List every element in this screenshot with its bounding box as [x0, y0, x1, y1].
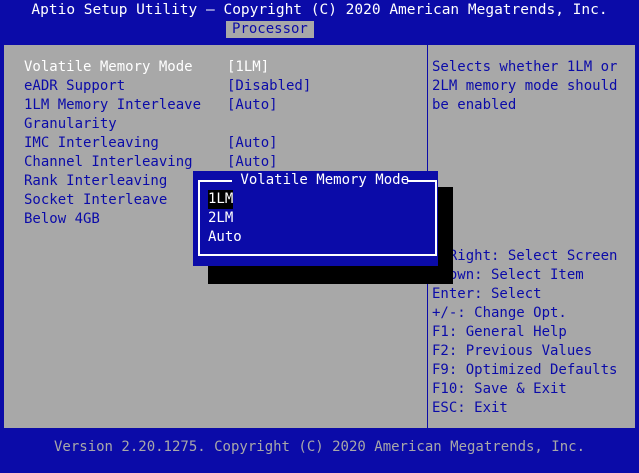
setting-value-eadr-support[interactable]: [Disabled]: [227, 77, 311, 96]
setting-value-imc-interleaving[interactable]: [Auto]: [227, 134, 278, 153]
popup-option-auto[interactable]: Auto: [208, 228, 242, 247]
key-legend-item: +/-: Change Opt.: [432, 305, 567, 321]
setting-label-granularity: Granularity: [24, 116, 117, 132]
popup-title: Volatile Memory Mode: [232, 172, 418, 188]
setting-label-channel-interleaving[interactable]: Channel Interleaving: [24, 153, 193, 172]
key-legend-item: ESC: Exit: [432, 400, 508, 416]
key-legend-item: Down: Select Item: [432, 267, 584, 283]
key-legend-item: F1: General Help: [432, 324, 567, 340]
setting-value-1lm-memory-interleave[interactable]: [Auto]: [227, 96, 278, 115]
setting-label-1lm-memory-interleave[interactable]: 1LM Memory Interleave: [24, 96, 201, 115]
setting-label-socket-interleave[interactable]: Socket Interleave: [24, 191, 167, 210]
setting-label-rank-interleaving[interactable]: Rank Interleaving: [24, 172, 167, 191]
version-footer: Version 2.20.1275. Copyright (C) 2020 Am…: [53, 439, 585, 455]
tab-processor[interactable]: Processor: [226, 21, 314, 38]
popup-option-1lm[interactable]: 1LM: [208, 190, 234, 209]
key-legend-item: F2: Previous Values: [432, 343, 593, 359]
setting-label-eadr-support[interactable]: eADR Support: [24, 77, 125, 96]
setting-label-volatile-memory-mode[interactable]: Volatile Memory Mode: [24, 58, 193, 77]
setting-label-imc-interleaving[interactable]: IMC Interleaving: [24, 134, 159, 153]
help-line: 2LM memory mode should: [432, 78, 618, 94]
app-title: Aptio Setup Utility – Copyright (C) 2020…: [31, 2, 608, 18]
key-legend-item: F9: Optimized Defaults: [432, 362, 618, 378]
key-legend-item: t/Right: Select Screen: [432, 248, 618, 264]
popup-frame-top-left: [198, 180, 232, 182]
help-line: be enabled: [432, 97, 517, 113]
setting-value-channel-interleaving[interactable]: [Auto]: [227, 153, 278, 172]
bios-screen: Aptio Setup Utility – Copyright (C) 2020…: [0, 0, 639, 473]
setting-label-below-4gb: Below 4GB: [24, 211, 100, 227]
help-description: Selects whether 1LM or 2LM memory mode s…: [432, 58, 632, 115]
setting-value-volatile-memory-mode[interactable]: [1LM]: [227, 58, 269, 77]
help-line: Selects whether 1LM or: [432, 59, 618, 75]
popup-option-2lm[interactable]: 2LM: [208, 209, 233, 228]
key-legend: t/Right: Select Screen Down: Select Item…: [432, 247, 634, 418]
key-legend-item: F10: Save & Exit: [432, 381, 567, 397]
tab-bar: Processor: [0, 20, 639, 38]
key-legend-item: Enter: Select: [432, 286, 542, 302]
